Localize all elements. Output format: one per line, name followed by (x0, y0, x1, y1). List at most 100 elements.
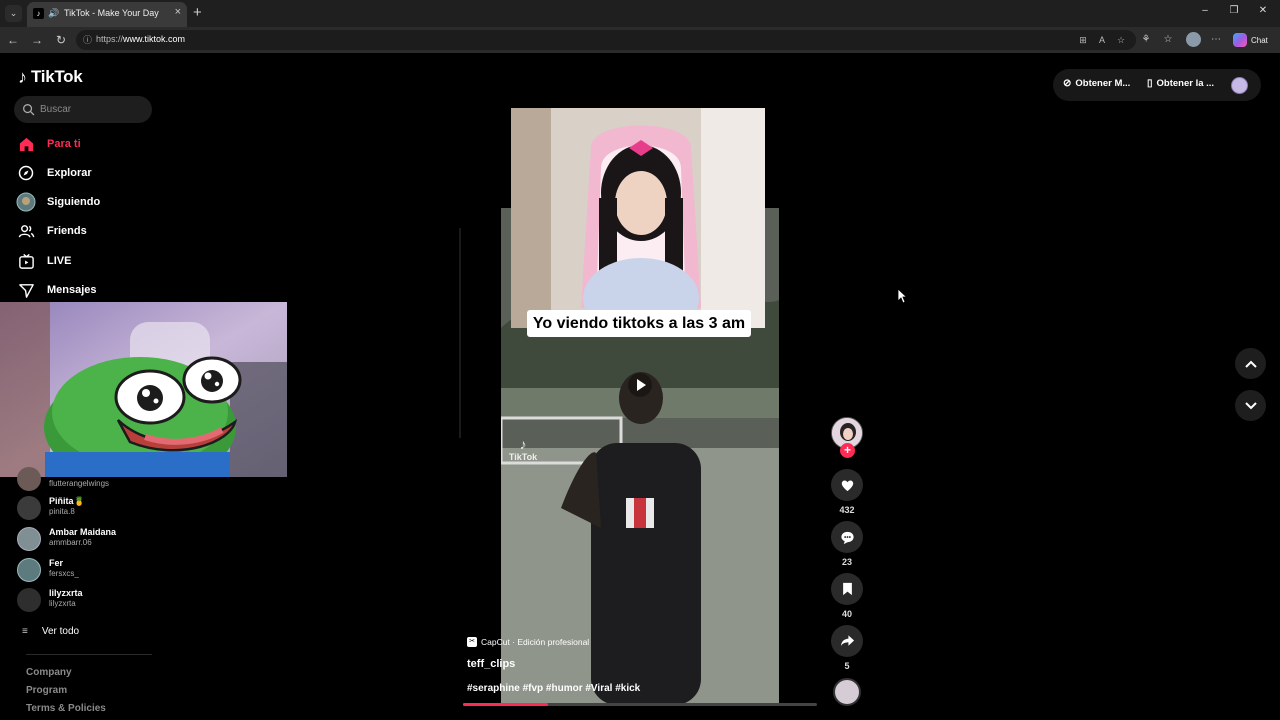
save-button[interactable] (831, 573, 863, 605)
see-all-button[interactable]: ≡ Ver todo (22, 624, 79, 638)
menu-item-friends[interactable]: Friends (16, 219, 87, 243)
coin-icon: ⊘ (1063, 78, 1072, 89)
menu-item-siguiendo[interactable]: Siguiendo (16, 190, 100, 214)
video-watermark: ♪ TikTok (508, 436, 538, 462)
video-top-clip (511, 108, 765, 328)
video-hashtags[interactable]: #seraphine #fvp #humor #Viral #kick (467, 683, 640, 694)
menu-item-mensajes[interactable]: Mensajes (16, 278, 97, 302)
back-arrow-icon[interactable]: ← (5, 32, 21, 48)
live-tv-icon (16, 251, 36, 271)
search-box[interactable] (14, 96, 152, 123)
send-icon (16, 280, 36, 300)
menu-label: Para ti (47, 138, 81, 150)
music-disc-avatar[interactable] (833, 678, 861, 706)
chat-label: Chat (1251, 35, 1268, 45)
list-icon: ≡ (22, 625, 28, 637)
minimize-icon[interactable]: – (1198, 5, 1212, 16)
browser-profile-avatar[interactable] (1186, 32, 1201, 47)
footer-link-program[interactable]: Program (26, 685, 67, 696)
footer-link-company[interactable]: Company (26, 667, 72, 678)
favorite-star-icon[interactable]: ☆ (1115, 34, 1127, 46)
copilot-chat-button[interactable]: Chat (1233, 32, 1268, 48)
url-text[interactable]: https://www.tiktok.com (96, 34, 185, 44)
chevron-up-icon (1244, 360, 1257, 368)
share-arrow-icon (840, 635, 854, 647)
capcut-link[interactable]: ✂ CapCut · Edición profesional (467, 635, 589, 649)
browser-toolbar: ← → ↻ ⓘ https://www.tiktok.com ⊞ A ☆ ⚘ ☆… (0, 27, 1280, 53)
menu-label: Friends (47, 225, 87, 237)
menu-item-explorar[interactable]: Explorar (16, 161, 92, 185)
streamer-webcam-overlay (0, 302, 287, 477)
close-window-icon[interactable]: ✕ (1256, 5, 1270, 16)
more-menu-icon[interactable]: ⋯ (1208, 32, 1224, 48)
get-coins-label: Obtener M... (1075, 78, 1131, 89)
comment-button[interactable] (831, 521, 863, 553)
forward-arrow-icon[interactable]: → (29, 32, 45, 48)
tab-list-chevron-icon[interactable]: ⌄ (5, 5, 22, 22)
get-coins-button[interactable]: ⊘ Obtener M... (1063, 78, 1130, 89)
address-bar[interactable]: ⓘ https://www.tiktok.com ⊞ A ☆ (76, 30, 1136, 50)
comment-count: 23 (841, 557, 852, 567)
video-author[interactable]: teff_clips (467, 658, 515, 670)
watermark-label: TikTok (508, 452, 538, 462)
comment-icon (840, 531, 854, 544)
new-tab-plus-icon[interactable]: + (193, 4, 202, 21)
menu-item-live[interactable]: LIVE (16, 249, 71, 273)
browser-tab-bar: ⌄ ♪ 🔊 TikTok - Make Your Day × + – ❐ ✕ (0, 0, 1280, 27)
menu-label: Siguiendo (47, 196, 101, 208)
share-button[interactable] (831, 625, 863, 657)
following-avatar-icon (16, 192, 36, 212)
like-count: 432 (839, 505, 855, 515)
account-handle: ammbarr.06 (49, 538, 92, 547)
extensions-icon[interactable]: ⚘ (1138, 32, 1154, 48)
avatar (17, 527, 41, 551)
save-count: 40 (841, 609, 852, 619)
video-progress-bar[interactable] (463, 703, 817, 706)
previous-video-button[interactable] (1235, 348, 1266, 379)
header-actions: ⊘ Obtener M... ▯ Obtener la ... (1053, 69, 1261, 101)
follow-plus-button[interactable]: + (840, 443, 855, 458)
search-input[interactable] (40, 101, 144, 118)
audio-playing-icon[interactable]: 🔊 (48, 8, 59, 19)
bookmark-icon (842, 582, 852, 596)
account-handle: lilyzxrta (49, 599, 76, 608)
account-name: lilyzxrta (49, 588, 83, 598)
app-available-icon[interactable]: ⊞ (1077, 34, 1089, 46)
heart-icon (841, 480, 853, 491)
next-video-button[interactable] (1235, 390, 1266, 421)
menu-item-para-ti[interactable]: Para ti (16, 132, 81, 156)
chevron-down-icon (1244, 401, 1257, 409)
avatar (17, 558, 41, 582)
menu-label: Mensajes (47, 284, 97, 296)
capcut-label: CapCut · Edición profesional (481, 637, 590, 647)
user-profile-avatar[interactable] (1231, 77, 1248, 94)
tab-title: TikTok - Make Your Day (64, 8, 159, 18)
sidebar-divider (26, 654, 152, 655)
logo-text: TikTok (31, 67, 83, 86)
footer-link-terms[interactable]: Terms & Policies (26, 703, 106, 714)
menu-label: LIVE (47, 255, 72, 267)
play-icon[interactable] (628, 373, 652, 397)
progress-fill (463, 703, 548, 706)
site-info-icon[interactable]: ⓘ (83, 34, 95, 46)
browser-tab-active[interactable]: ♪ 🔊 TikTok - Make Your Day × (27, 2, 187, 27)
home-icon (16, 134, 36, 154)
search-icon (23, 104, 35, 116)
tiktok-watermark-icon: ♪ (519, 436, 527, 452)
account-handle: pinita.8 (49, 507, 75, 516)
translate-icon[interactable]: A (1096, 34, 1108, 46)
favorites-icon[interactable]: ☆ (1160, 32, 1176, 48)
get-app-button[interactable]: ▯ Obtener la ... (1147, 78, 1214, 89)
friends-icon (16, 221, 36, 241)
reload-icon[interactable]: ↻ (53, 32, 69, 48)
account-name: Fer (49, 558, 64, 568)
tiktok-logo[interactable]: ♪ TikTok (18, 67, 83, 87)
close-tab-icon[interactable]: × (175, 6, 181, 18)
video-caption-overlay: Yo viendo tiktoks a las 3 am (527, 310, 751, 337)
video-edge-shadow (459, 228, 461, 438)
like-button[interactable] (831, 469, 863, 501)
mouse-cursor-icon (897, 288, 907, 304)
capcut-icon: ✂ (467, 637, 477, 647)
menu-label: Explorar (47, 167, 92, 179)
restore-icon[interactable]: ❐ (1227, 5, 1241, 16)
